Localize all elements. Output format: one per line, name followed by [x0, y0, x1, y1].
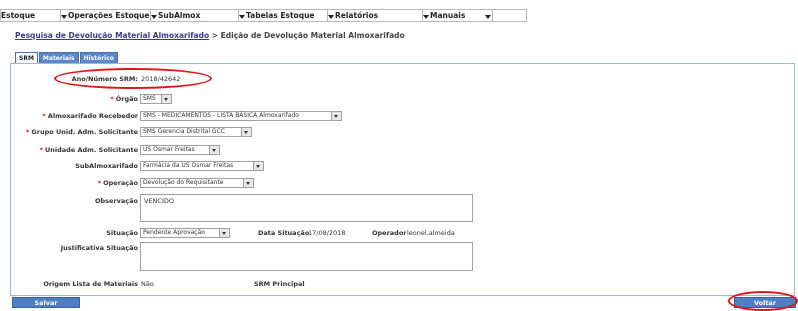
top-menu-bar: Estoque Operações Estoque SubAlmox Tabel…	[0, 9, 527, 22]
grupo-unid-adm-select[interactable]: SMS Gerencia Distrital GCC	[140, 127, 252, 137]
menu-label: SubAlmox	[158, 11, 201, 20]
situacao-label: Situação	[106, 229, 138, 237]
chevron-down-icon	[243, 179, 253, 187]
menu-label: Estoque	[1, 11, 36, 20]
highlight-ellipse-voltar	[728, 291, 798, 311]
menu-operacoes-estoque[interactable]: Operações Estoque	[61, 10, 151, 21]
orgao-select[interactable]: SMS	[140, 94, 172, 104]
salvar-button[interactable]: Salvar	[12, 297, 80, 308]
highlight-ellipse-srm	[54, 68, 212, 89]
menu-tabelas-estoque[interactable]: Tabelas Estoque	[239, 10, 328, 21]
srm-principal-label: SRM Principal	[254, 280, 305, 288]
menu-subalmox[interactable]: SubAlmox	[151, 10, 239, 21]
almoxarifado-recebedor-value: SMS - MEDICAMENTOS - LISTA BÁSICA Almoxa…	[143, 112, 299, 119]
dropdown-arrow-icon	[485, 15, 491, 19]
dropdown-arrow-icon	[239, 15, 245, 19]
required-marker: *	[26, 128, 30, 136]
situacao-select[interactable]: Pendente Aprovação	[140, 228, 230, 238]
chevron-down-icon	[219, 229, 229, 237]
breadcrumb-link-pesquisa[interactable]: Pesquisa de Devolução Material Almoxarif…	[15, 31, 209, 40]
required-marker: *	[42, 112, 46, 120]
dropdown-arrow-icon	[61, 15, 67, 19]
required-marker: *	[39, 146, 43, 154]
grupo-unid-adm-value: SMS Gerencia Distrital GCC	[143, 128, 225, 135]
observacao-textarea[interactable]: VENCIDO	[140, 194, 473, 222]
dropdown-arrow-icon	[151, 15, 157, 19]
operacao-label-text: Operação	[103, 179, 138, 187]
origem-lista-label: Origem Lista de Materiais	[43, 280, 138, 288]
breadcrumb: Pesquisa de Devolução Material Almoxarif…	[15, 31, 405, 40]
chevron-down-icon	[209, 146, 219, 154]
menu-relatorios[interactable]: Relatórios	[328, 10, 423, 21]
justificativa-label: Justificativa Situação	[60, 244, 138, 252]
grupo-unid-adm-label: * Grupo Unid. Adm. Solicitante	[26, 128, 138, 136]
chevron-down-icon	[331, 112, 341, 120]
dropdown-arrow-icon	[423, 15, 429, 19]
almoxarifado-recebedor-select[interactable]: SMS - MEDICAMENTOS - LISTA BÁSICA Almoxa…	[140, 111, 342, 121]
menu-manuais[interactable]: Manuais	[423, 10, 493, 21]
subalmoxarifado-label: SubAlmoxarifado	[75, 162, 138, 170]
origem-lista-value: Não	[141, 280, 154, 288]
chevron-down-icon	[253, 162, 263, 170]
almoxarifado-recebedor-label-text: Almoxarifado Recebedor	[47, 112, 138, 120]
breadcrumb-current: > Edição de Devolução Material Almoxarif…	[211, 31, 405, 40]
menu-label: Relatórios	[335, 11, 379, 20]
operacao-value: Devolução do Requisitante	[143, 179, 224, 186]
situacao-value: Pendente Aprovação	[143, 229, 205, 236]
unidade-adm-select[interactable]: US Osmar Freitas	[140, 145, 220, 155]
operador-value: leonel.almeida	[407, 229, 455, 237]
data-situacao-label: Data Situação	[258, 229, 310, 237]
menu-label: Operações Estoque	[68, 11, 150, 20]
required-marker: *	[97, 179, 102, 187]
orgao-label: * Órgão	[110, 95, 138, 103]
menu-label: Manuais	[430, 11, 466, 20]
unidade-adm-value: US Osmar Freitas	[143, 146, 195, 153]
required-marker: *	[110, 95, 114, 103]
unidade-adm-label: * Unidade Adm. Solicitante	[40, 146, 138, 154]
operacao-select[interactable]: Devolução do Requisitante	[140, 178, 254, 188]
justificativa-textarea[interactable]	[140, 242, 473, 271]
chevron-down-icon	[241, 128, 251, 136]
subalmoxarifado-select[interactable]: Farmácia da US Osmar Freitas	[140, 161, 264, 171]
dropdown-arrow-icon	[328, 15, 334, 19]
operacao-label: * Operação	[98, 179, 138, 187]
menu-label: Tabelas Estoque	[246, 11, 315, 20]
subalmoxarifado-value: Farmácia da US Osmar Freitas	[143, 162, 234, 169]
almoxarifado-recebedor-label: * Almoxarifado Recebedor	[42, 112, 138, 120]
menu-estoque[interactable]: Estoque	[1, 10, 61, 21]
orgao-value: SMS	[143, 95, 156, 102]
operador-label: Operador	[372, 229, 407, 237]
grupo-unid-adm-label-text: Grupo Unid. Adm. Solicitante	[31, 128, 138, 136]
orgao-label-text: Órgão	[115, 95, 138, 103]
data-situacao-value: 17/08/2018	[308, 229, 346, 237]
observacao-label: Observação	[95, 197, 138, 205]
chevron-down-icon	[161, 95, 171, 103]
unidade-adm-label-text: Unidade Adm. Solicitante	[44, 146, 138, 154]
